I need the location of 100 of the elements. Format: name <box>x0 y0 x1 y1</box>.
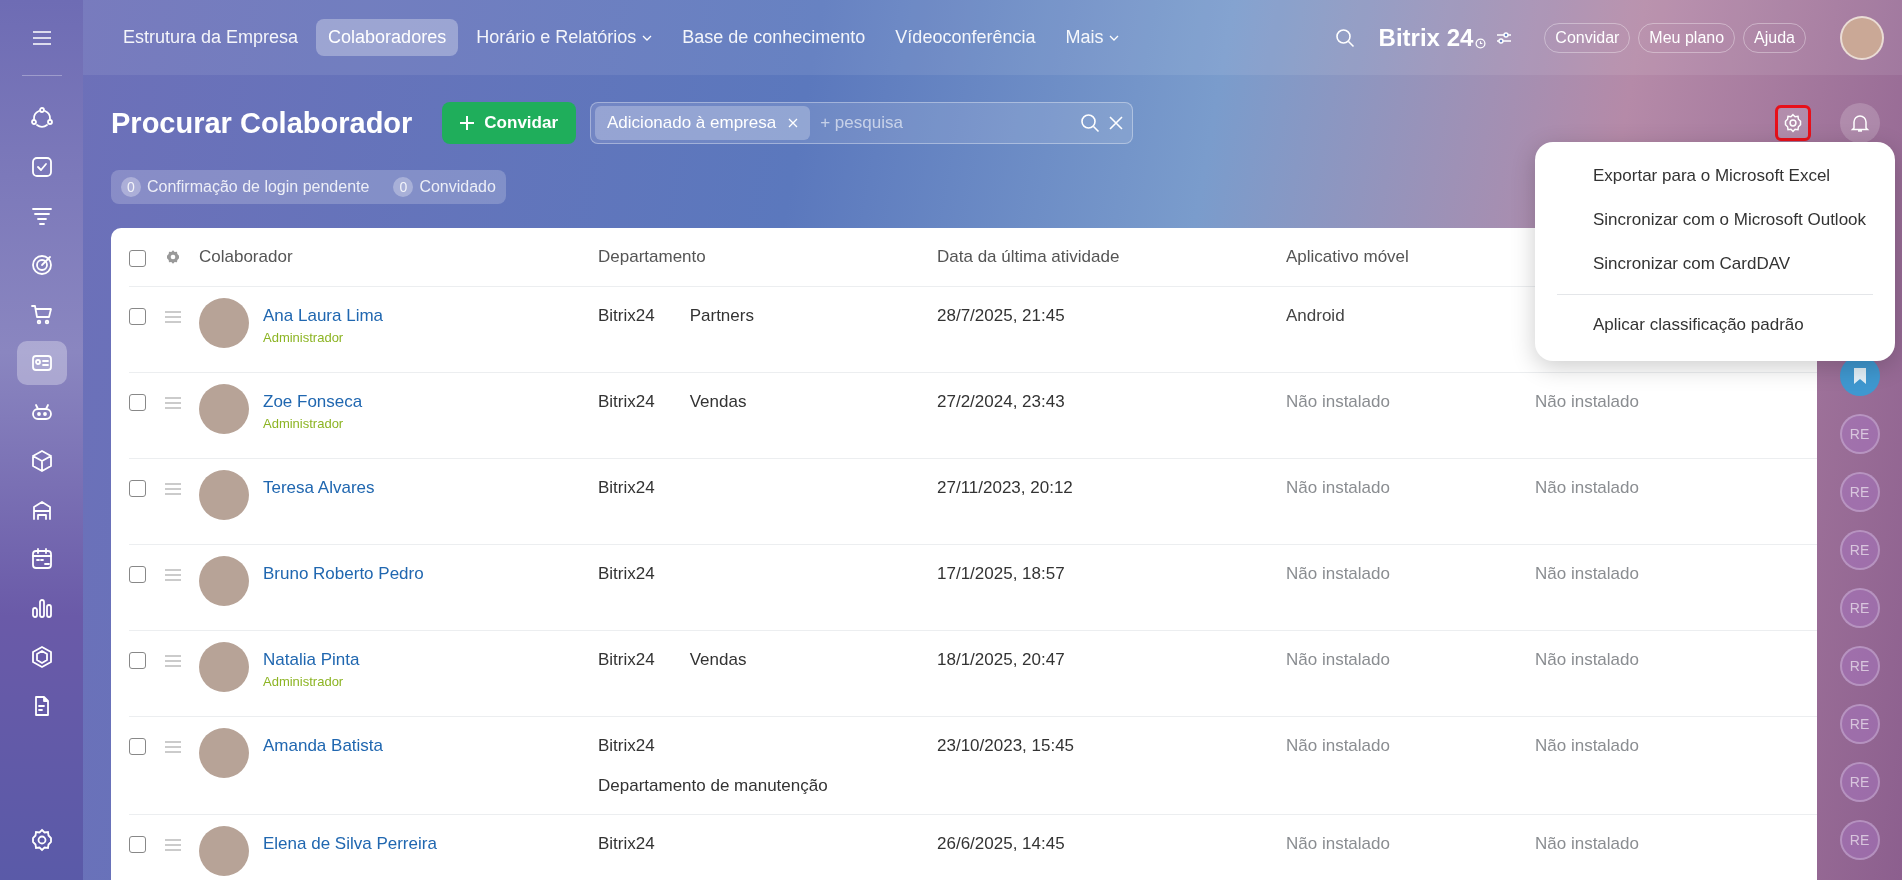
chevron-icon <box>642 34 653 41</box>
checkbox-icon <box>29 155 54 179</box>
column-header[interactable]: Colaborador <box>199 247 598 267</box>
department-text: Vendas <box>689 392 747 412</box>
table-cell-text: 18/1/2025, 20:47 <box>937 650 1066 670</box>
table-cell-text: 27/2/2024, 23:43 <box>937 392 1066 412</box>
checkbox[interactable] <box>129 480 146 497</box>
chevron-icon <box>1109 34 1120 41</box>
menu-item[interactable]: Sincronizar com CardDAV <box>1535 242 1895 286</box>
column-header[interactable]: Data da última atividade <box>937 247 1286 267</box>
contact-avatar[interactable]: RE <box>1839 472 1880 512</box>
network-icon <box>29 106 54 130</box>
column-header[interactable]: Departamento <box>598 247 937 267</box>
filter-tag[interactable]: Adicionado à empresa <box>595 106 811 140</box>
contact-avatar[interactable]: RE <box>1839 762 1880 802</box>
checkbox[interactable] <box>129 836 146 853</box>
nav-tab[interactable]: Base de conhecimento <box>670 19 878 56</box>
gear-icon[interactable] <box>165 249 181 265</box>
notification-icon[interactable] <box>1839 103 1880 143</box>
table-cell-text: Android <box>1286 306 1346 326</box>
employee-name-link[interactable]: Teresa Alvares <box>263 478 598 498</box>
employee-name-link[interactable]: Bruno Roberto Pedro <box>263 564 598 584</box>
drag-handle-icon[interactable] <box>165 569 181 581</box>
table-cell-text: Não instalado <box>1286 564 1391 584</box>
department-text: Bitrix24 <box>598 392 655 412</box>
department-text: Bitrix24 <box>598 834 655 854</box>
employee-name-link[interactable]: Elena de Silva Perreira <box>263 834 598 854</box>
table-cell-text: Não instalado <box>1286 650 1391 670</box>
menu-item[interactable]: Sincronizar com o Microsoft Outlook <box>1535 198 1895 242</box>
contact-avatar[interactable]: RE <box>1839 530 1880 570</box>
department-text: Bitrix24 <box>598 650 655 670</box>
drag-handle-icon[interactable] <box>165 311 181 323</box>
nav-tab[interactable]: Horário e Relatórios <box>464 19 665 56</box>
nav-tab[interactable]: Mais <box>1053 19 1132 56</box>
search-field[interactable]: Adicionado à empresa + pesquisa <box>590 102 1134 144</box>
checkbox[interactable] <box>129 249 146 267</box>
page-title: Procurar Colaborador <box>111 106 413 140</box>
table-cell-text: 23/10/2023, 15:45 <box>937 736 1076 756</box>
employee-name-link[interactable]: Zoe Fonseca <box>263 392 598 412</box>
table-cell-text: 27/11/2023, 20:12 <box>937 478 1074 498</box>
table-cell-text: Não instalado <box>1535 834 1640 854</box>
nav-tab[interactable]: Colaboradores <box>316 19 459 56</box>
employee-name-link[interactable]: Natalia Pinta <box>263 650 598 670</box>
drag-handle-icon[interactable] <box>165 655 181 667</box>
counter-filter[interactable]: 0 Convidado <box>393 174 496 200</box>
close-icon[interactable] <box>1108 115 1125 131</box>
drag-handle-icon[interactable] <box>165 397 181 409</box>
menu-item[interactable]: Aplicar classificação padrão <box>1535 303 1895 347</box>
settings-icon <box>29 828 54 852</box>
box-icon <box>29 449 54 473</box>
role-label: Administrador <box>263 416 345 431</box>
sidebar-item[interactable] <box>16 341 67 385</box>
counter-filter[interactable]: 0 Confirmação de login pendente <box>121 174 370 200</box>
menu-icon <box>31 30 52 46</box>
checkbox[interactable] <box>129 738 146 755</box>
table-cell-text: 28/7/2025, 21:45 <box>937 306 1066 326</box>
department-text: Partners <box>689 306 754 326</box>
search-icon[interactable] <box>1080 113 1101 133</box>
clock-icon <box>1475 37 1487 49</box>
drag-handle-icon[interactable] <box>165 839 181 851</box>
menu-item[interactable]: Exportar para o Microsoft Excel <box>1535 154 1895 198</box>
department-text: Bitrix24 <box>598 564 655 584</box>
nav-tab[interactable]: Vídeoconferência <box>883 19 1048 56</box>
close-icon[interactable] <box>788 118 799 128</box>
table-cell-text: Não instalado <box>1286 478 1391 498</box>
employee-name-link[interactable]: Amanda Batista <box>263 736 598 756</box>
checkbox[interactable] <box>129 394 146 411</box>
role-label: Administrador <box>263 330 345 345</box>
avatar <box>199 298 249 348</box>
contact-avatar[interactable]: RE <box>1839 588 1880 628</box>
user-avatar[interactable] <box>1840 15 1884 60</box>
contact-avatar[interactable]: RE <box>1839 414 1880 454</box>
avatar <box>199 826 249 876</box>
bookmark-icon <box>1852 367 1867 385</box>
employee-name-link[interactable]: Ana Laura Lima <box>263 306 598 326</box>
column-header[interactable]: Aplicativo móvel <box>1286 247 1535 267</box>
checkbox[interactable] <box>129 652 146 669</box>
invite-button[interactable]: Convidar <box>442 102 577 144</box>
department-text: Vendas <box>689 650 747 670</box>
bar-chart-icon <box>29 596 54 620</box>
nav-tab[interactable]: Estrutura da Empresa <box>111 19 311 56</box>
contact-avatar[interactable]: RE <box>1839 646 1880 686</box>
table-cell-text: 17/1/2025, 18:57 <box>937 564 1066 584</box>
table-cell-text: Não instalado <box>1286 834 1391 854</box>
bell-icon <box>1849 113 1870 133</box>
checkbox[interactable] <box>129 566 146 583</box>
drag-handle-icon[interactable] <box>165 483 181 495</box>
cart-icon <box>29 302 54 326</box>
checkbox[interactable] <box>129 308 146 325</box>
search-icon[interactable] <box>1334 27 1355 48</box>
department-text: Departamento de manutenção <box>598 776 828 796</box>
avatar <box>199 470 249 520</box>
settings-button[interactable] <box>1775 105 1811 141</box>
contact-avatar[interactable]: RE <box>1839 704 1880 744</box>
sliders-icon[interactable] <box>1496 30 1513 45</box>
drag-handle-icon[interactable] <box>165 741 181 753</box>
department-text: Bitrix24 <box>598 306 655 326</box>
contact-avatar[interactable]: RE <box>1839 820 1880 860</box>
avatar <box>199 642 249 692</box>
table-cell-text: Não instalado <box>1535 736 1640 756</box>
